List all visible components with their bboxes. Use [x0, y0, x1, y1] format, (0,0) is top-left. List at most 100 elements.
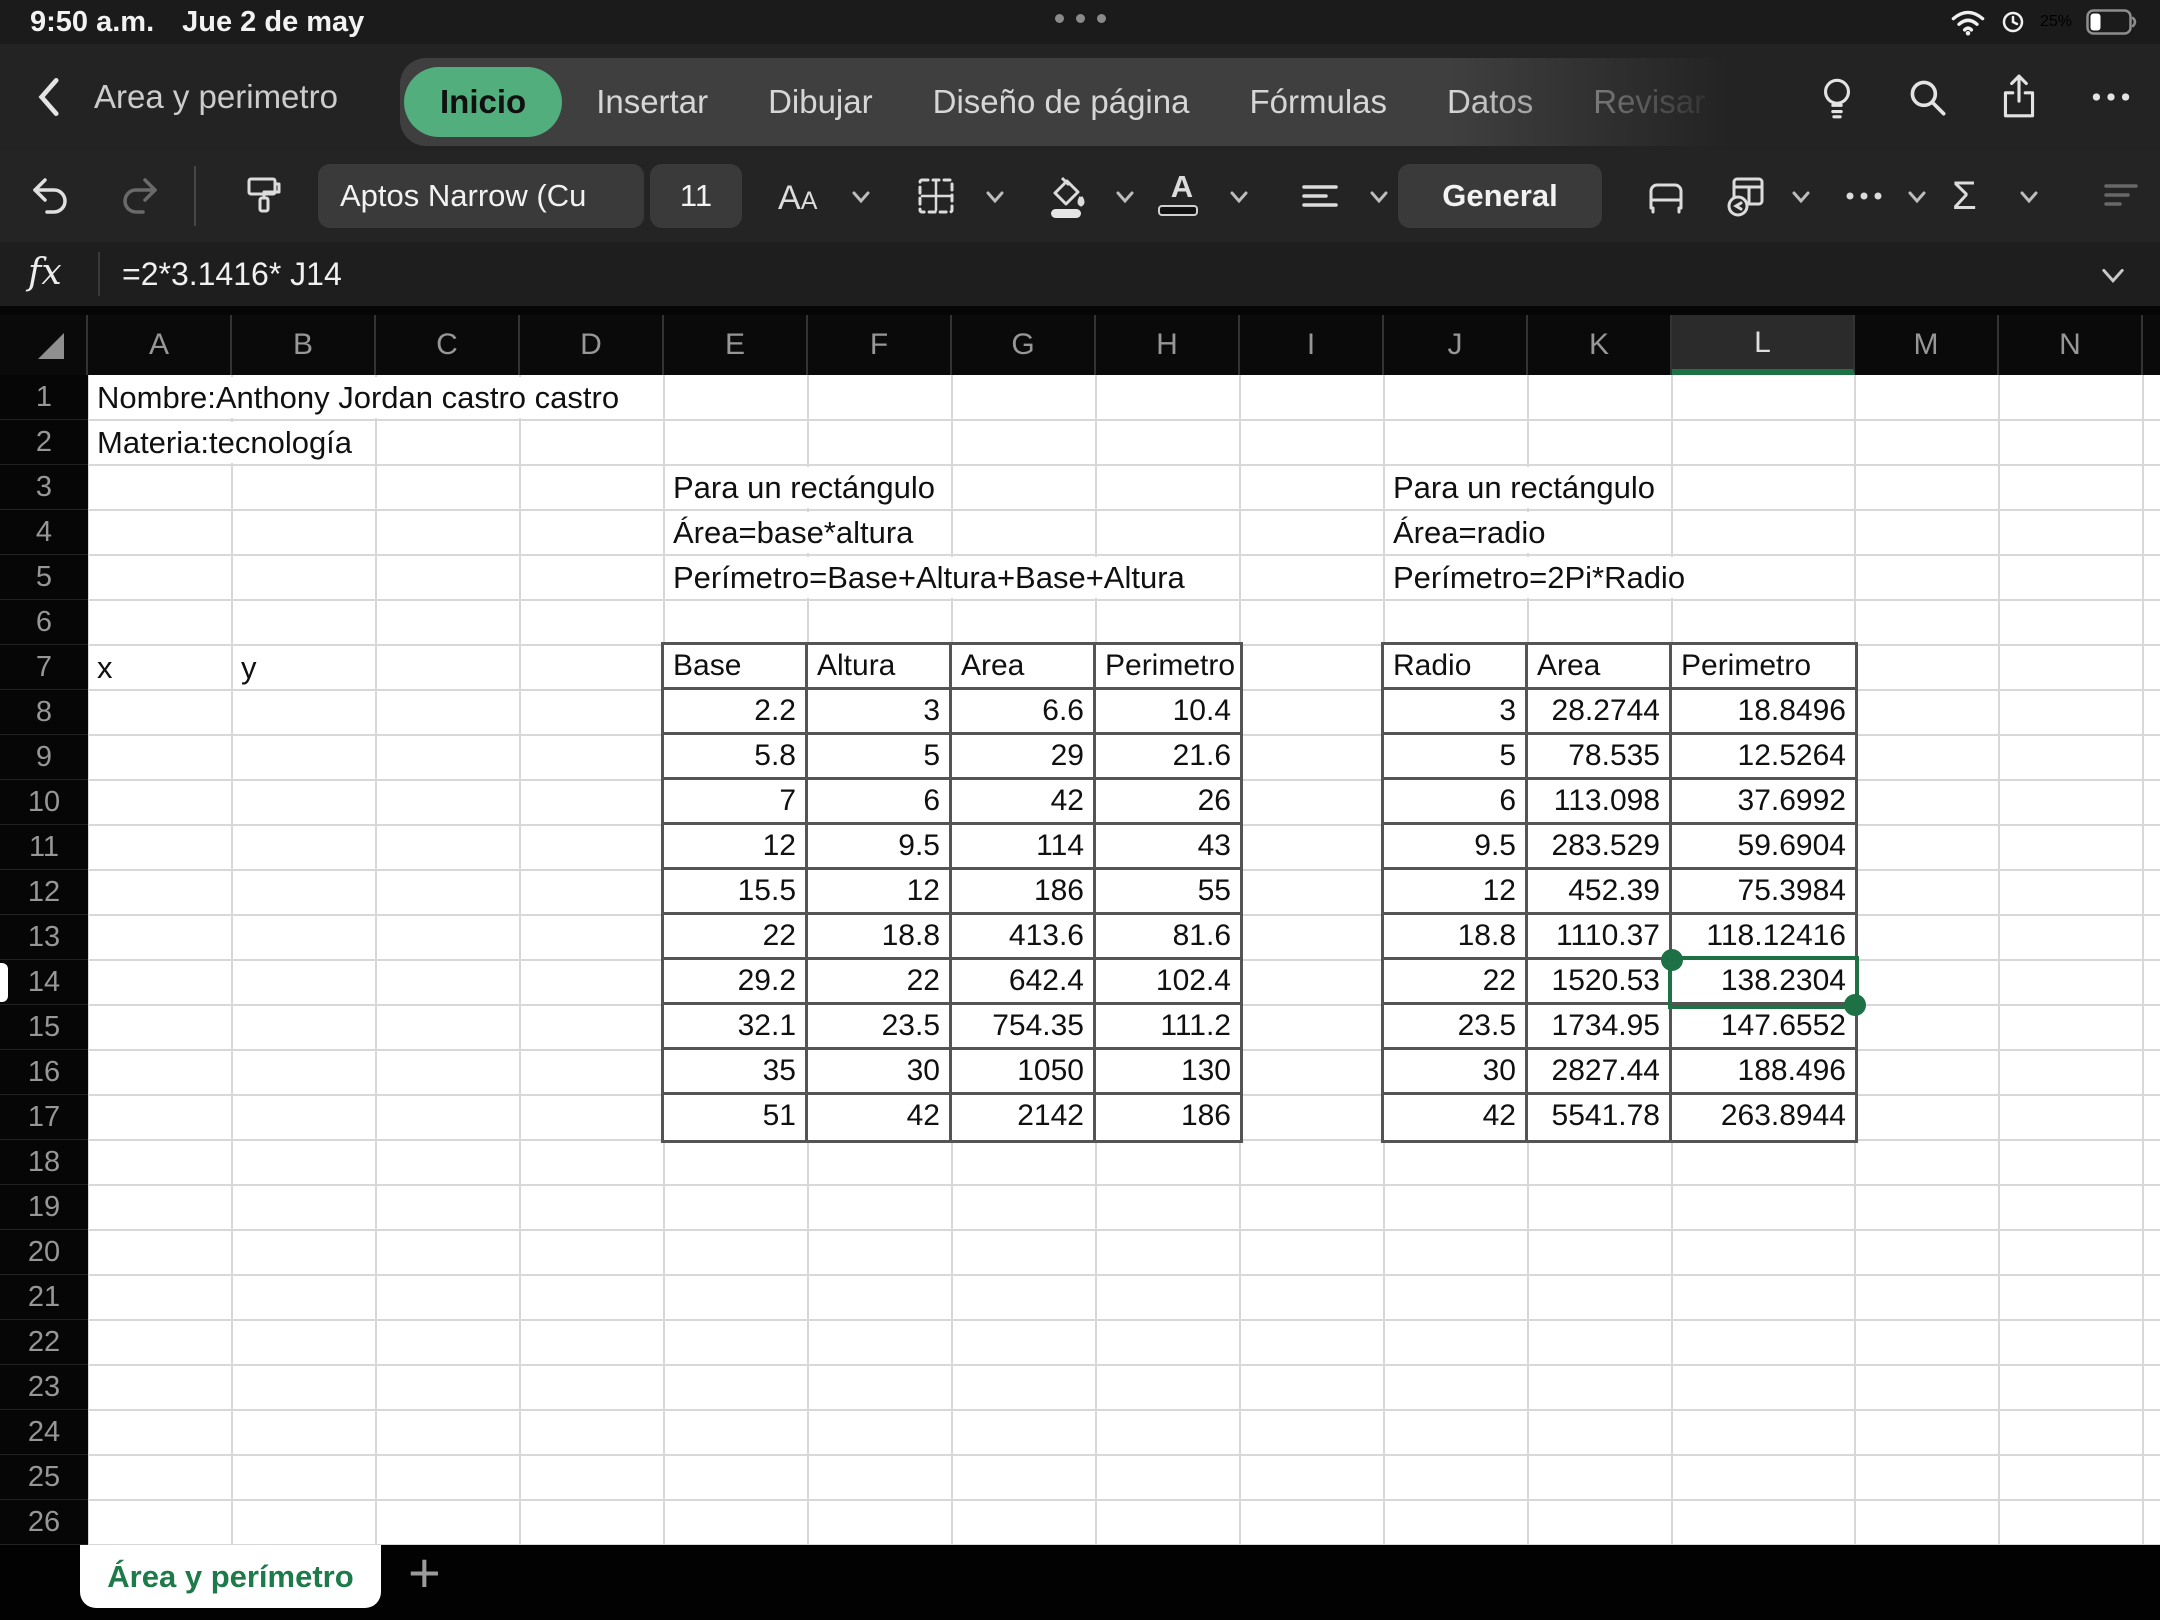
font-name-select[interactable]: Aptos Narrow (Cu	[318, 164, 644, 228]
row-header-18[interactable]: 18	[0, 1140, 88, 1185]
column-header-j[interactable]: J	[1384, 315, 1528, 375]
font-color-button[interactable]: A	[1158, 172, 1206, 220]
selection-handle[interactable]	[1661, 949, 1683, 971]
cell-j17[interactable]: 42	[1384, 1095, 1528, 1140]
borders-chevron[interactable]	[982, 184, 1008, 210]
cell-e16[interactable]: 35	[664, 1050, 808, 1095]
cell-h11[interactable]: 43	[1096, 825, 1240, 870]
row-header-14[interactable]: 14	[0, 960, 88, 1005]
cell-f13[interactable]: 18.8	[808, 915, 952, 960]
more-commands-chevron[interactable]	[1904, 184, 1930, 210]
cell-l15[interactable]: 147.6552	[1672, 1005, 1855, 1050]
cell-k8[interactable]: 28.2744	[1528, 690, 1672, 735]
cell-styles-button[interactable]	[1722, 172, 1770, 220]
column-header-h[interactable]: H	[1096, 315, 1240, 375]
cell-f11[interactable]: 9.5	[808, 825, 952, 870]
column-header-l[interactable]: L	[1672, 315, 1855, 375]
cell-l13[interactable]: 118.12416	[1672, 915, 1855, 960]
number-format-select[interactable]: General	[1398, 164, 1602, 228]
cells-button[interactable]	[1642, 172, 1690, 220]
cell-k14[interactable]: 1520.53	[1528, 960, 1672, 1005]
cell-h12[interactable]: 55	[1096, 870, 1240, 915]
cell-j14[interactable]: 22	[1384, 960, 1528, 1005]
cell-k13[interactable]: 1110.37	[1528, 915, 1672, 960]
cell-e9[interactable]: 5.8	[664, 735, 808, 780]
cell-l17[interactable]: 263.8944	[1672, 1095, 1855, 1140]
cell-h9[interactable]: 21.6	[1096, 735, 1240, 780]
cell-j7[interactable]: Radio	[1384, 645, 1528, 690]
cell-f12[interactable]: 12	[808, 870, 952, 915]
cell-f14[interactable]: 22	[808, 960, 952, 1005]
cell-l7[interactable]: Perimetro	[1672, 645, 1855, 690]
formula-expand-button[interactable]	[2098, 260, 2128, 290]
ribbon-tab-dibujar[interactable]: Dibujar	[738, 58, 903, 146]
row-header-2[interactable]: 2	[0, 420, 88, 465]
cell-g14[interactable]: 642.4	[952, 960, 1096, 1005]
row-header-17[interactable]: 17	[0, 1095, 88, 1140]
column-header-i[interactable]: I	[1240, 315, 1384, 375]
row-header-5[interactable]: 5	[0, 555, 88, 600]
row-header-11[interactable]: 11	[0, 825, 88, 870]
cell-j8[interactable]: 3	[1384, 690, 1528, 735]
cell-g17[interactable]: 2142	[952, 1095, 1096, 1140]
redo-button[interactable]	[116, 172, 164, 220]
cell-e8[interactable]: 2.2	[664, 690, 808, 735]
autosum-button[interactable]: Σ	[1952, 172, 2000, 220]
column-header-c[interactable]: C	[376, 315, 520, 375]
cell-j9[interactable]: 5	[1384, 735, 1528, 780]
cell-j13[interactable]: 18.8	[1384, 915, 1528, 960]
column-header-b[interactable]: B	[232, 315, 376, 375]
cell-k17[interactable]: 5541.78	[1528, 1095, 1672, 1140]
cell-l10[interactable]: 37.6992	[1672, 780, 1855, 825]
cell-f8[interactable]: 3	[808, 690, 952, 735]
sheet-tab[interactable]: Área y perímetro	[80, 1545, 381, 1608]
cell-g10[interactable]: 42	[952, 780, 1096, 825]
cell-g9[interactable]: 29	[952, 735, 1096, 780]
font-format-button[interactable]: AA	[778, 176, 826, 224]
active-cell-selection[interactable]	[1668, 956, 1859, 1009]
cell-h10[interactable]: 26	[1096, 780, 1240, 825]
row-header-1[interactable]: 1	[0, 375, 88, 420]
cell-k11[interactable]: 283.529	[1528, 825, 1672, 870]
row-header-3[interactable]: 3	[0, 465, 88, 510]
selection-handle[interactable]	[1844, 994, 1866, 1016]
cell-l16[interactable]: 188.496	[1672, 1050, 1855, 1095]
cell-e10[interactable]: 7	[664, 780, 808, 825]
column-header-a[interactable]: A	[88, 315, 232, 375]
row-header-12[interactable]: 12	[0, 870, 88, 915]
cell-g16[interactable]: 1050	[952, 1050, 1096, 1095]
cell-f10[interactable]: 6	[808, 780, 952, 825]
cell-e15[interactable]: 32.1	[664, 1005, 808, 1050]
cell-f15[interactable]: 23.5	[808, 1005, 952, 1050]
row-header-6[interactable]: 6	[0, 600, 88, 645]
cell-e5[interactable]: Perímetro=Base+Altura+Base+Altura	[667, 557, 1191, 598]
row-header-9[interactable]: 9	[0, 735, 88, 780]
column-header-d[interactable]: D	[520, 315, 664, 375]
ribbon-tab-diseno-de-pagina[interactable]: Diseño de página	[903, 58, 1220, 146]
cell-e13[interactable]: 22	[664, 915, 808, 960]
cell-j11[interactable]: 9.5	[1384, 825, 1528, 870]
ribbon-tab-insertar[interactable]: Insertar	[566, 58, 738, 146]
formula-input[interactable]: =2*3.1416* J14	[122, 242, 342, 306]
cell-h7[interactable]: Perimetro	[1096, 645, 1240, 690]
row-header-4[interactable]: 4	[0, 510, 88, 555]
row-header-15[interactable]: 15	[0, 1005, 88, 1050]
row-header-25[interactable]: 25	[0, 1455, 88, 1500]
cell-styles-chevron[interactable]	[1788, 184, 1814, 210]
cell-l12[interactable]: 75.3984	[1672, 870, 1855, 915]
more-button[interactable]	[2086, 72, 2136, 122]
cell-e14[interactable]: 29.2	[664, 960, 808, 1005]
cell-g11[interactable]: 114	[952, 825, 1096, 870]
ribbon-tab-formulas[interactable]: Fórmulas	[1219, 58, 1417, 146]
row-header-16[interactable]: 16	[0, 1050, 88, 1095]
row-header-24[interactable]: 24	[0, 1410, 88, 1455]
font-color-chevron[interactable]	[1226, 184, 1252, 210]
row-header-20[interactable]: 20	[0, 1230, 88, 1275]
fill-color-chevron[interactable]	[1112, 184, 1138, 210]
sheet-grid[interactable]: 1234567891011121314151617181920212223242…	[0, 375, 2160, 1545]
undo-button[interactable]	[26, 172, 74, 220]
cell-j15[interactable]: 23.5	[1384, 1005, 1528, 1050]
cell-k10[interactable]: 113.098	[1528, 780, 1672, 825]
cell-e3[interactable]: Para un rectángulo	[667, 467, 941, 508]
cell-a7[interactable]: x	[91, 647, 119, 688]
